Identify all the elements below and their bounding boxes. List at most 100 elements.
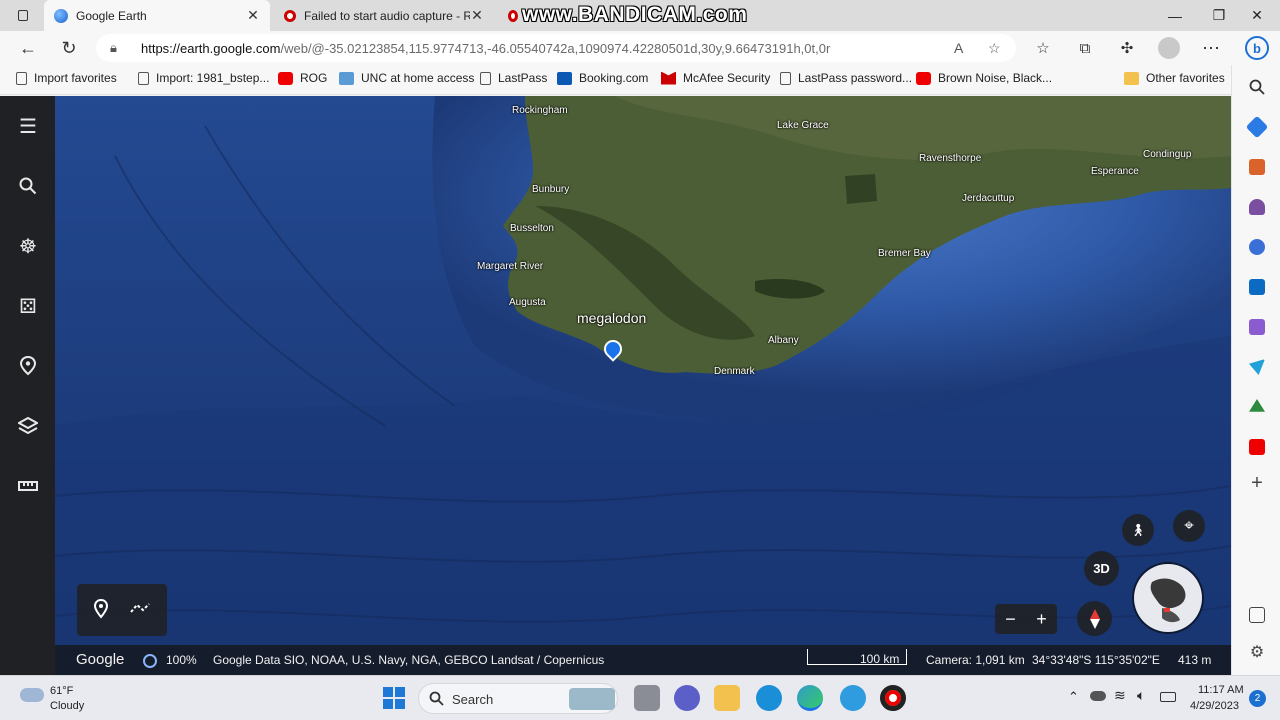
tab-audio-capture[interactable]: Failed to start audio capture - Re ✕ [274,0,494,31]
search-highlight-icon [569,688,615,710]
favorite-item[interactable]: Brown Noise, Black... [916,71,1052,85]
place-label[interactable]: Busselton [510,223,554,234]
task-view-icon[interactable] [634,685,660,711]
outlook-icon[interactable] [1249,279,1265,295]
refresh-button[interactable]: ↻ [54,33,84,63]
games-icon[interactable] [1249,199,1265,215]
compass-button[interactable] [1077,601,1112,636]
place-label[interactable]: Augusta [509,297,546,308]
send-icon[interactable] [1249,359,1265,375]
weather-desc[interactable]: Cloudy [50,700,84,712]
onedrive-icon[interactable] [1090,691,1106,701]
street-view-pegman-icon[interactable]: 🚶︎ [1122,514,1154,546]
designer-icon[interactable] [1249,319,1265,335]
place-label[interactable]: Denmark [714,366,755,377]
tools-icon[interactable] [1249,159,1265,175]
minimize-button[interactable]: — [1152,0,1198,31]
windows-start-icon[interactable] [381,685,407,711]
back-button[interactable]: ← [13,33,43,63]
zoom-in-button[interactable]: + [1036,609,1047,630]
battery-icon[interactable] [1160,692,1176,702]
read-aloud-icon[interactable]: A [954,40,963,56]
profile-avatar[interactable] [1154,33,1184,63]
settings-more-icon[interactable]: ⋯ [1196,33,1226,63]
notification-badge[interactable]: 2 [1249,690,1266,707]
favorite-item[interactable]: LastPass password... [780,71,912,85]
place-label[interactable]: Rockingham [512,105,568,116]
close-tab-icon[interactable]: ✕ [246,7,260,24]
compass-needle-icon [1089,608,1100,629]
projects-icon[interactable] [14,352,42,380]
3d-toggle-button[interactable]: 3D [1084,551,1119,586]
placemark-label[interactable]: megalodon [577,310,646,326]
add-sidebar-app-icon[interactable]: + [1249,473,1265,493]
favorite-item[interactable]: LastPass [480,71,547,85]
globe-minimap[interactable] [1132,562,1204,634]
help-icon[interactable] [840,685,866,711]
sidebar-settings-icon[interactable]: ⚙ [1249,645,1265,661]
tab-google-earth[interactable]: Google Earth ✕ [44,0,270,31]
import-icon [16,71,27,85]
place-label[interactable]: Margaret River [477,261,543,272]
tab-actions-button[interactable] [8,0,38,31]
favorite-item[interactable]: Import favorites [16,71,117,85]
map-style-icon[interactable] [14,412,42,440]
place-label[interactable]: Bunbury [532,184,569,195]
taskbar-search[interactable]: Search [418,683,618,714]
menu-icon[interactable]: ☰ [14,112,42,140]
bandicam-recording-icon[interactable] [880,685,906,711]
draw-path-icon[interactable] [129,602,151,617]
show-hidden-icons[interactable]: ⌃ [1068,689,1079,705]
shopping-icon[interactable] [1245,115,1269,139]
cloudy-weather-icon[interactable] [20,688,44,702]
teams-chat-icon[interactable] [674,685,700,711]
close-window-button[interactable]: ✕ [1234,0,1280,31]
youtube-icon[interactable] [1249,439,1265,455]
favorites-icon[interactable]: ☆ [1028,33,1058,63]
favorite-item[interactable]: ROG [278,71,327,85]
place-label[interactable]: Bremer Bay [878,248,931,259]
edge-browser-icon[interactable] [797,685,823,711]
add-favorite-icon[interactable]: ☆ [988,40,1001,57]
favorite-item[interactable]: Booking.com [557,71,648,85]
my-location-icon[interactable]: ⌖ [1173,510,1205,542]
measure-icon[interactable] [14,472,42,500]
url-host: https://earth.google.com [141,41,281,56]
favorite-item[interactable]: Import: 1981_bstep... [138,71,269,85]
favorite-label: McAfee Security [683,71,771,85]
favorite-item[interactable]: McAfee Security [661,71,770,85]
place-label[interactable]: Condingup [1143,149,1191,160]
bing-copilot-icon[interactable]: b [1242,33,1272,63]
tree-icon[interactable] [1249,399,1265,412]
data-attribution[interactable]: Google Data SIO, NOAA, U.S. Navy, NGA, G… [213,653,604,667]
close-tab-icon[interactable]: ✕ [470,7,484,24]
extensions-icon[interactable]: ✣ [1112,33,1142,63]
place-label[interactable]: Esperance [1091,166,1139,177]
place-label[interactable]: Lake Grace [777,120,829,131]
microsoft-365-icon[interactable] [1249,239,1265,255]
collections-icon[interactable]: ⧉ [1070,33,1100,63]
hide-sidebar-icon[interactable] [1249,607,1265,623]
other-favorites[interactable]: Other favorites [1124,71,1225,85]
search-icon[interactable] [1249,79,1265,95]
favorite-item[interactable]: UNC at home access [339,71,474,85]
place-label[interactable]: Ravensthorpe [919,153,981,164]
favorite-label: Brown Noise, Black... [938,71,1053,85]
app-icon[interactable] [756,685,782,711]
zoom-out-button[interactable]: − [1005,609,1016,630]
place-label[interactable]: Jerdacuttup [962,193,1014,204]
clock-date[interactable]: 4/29/2023 [1190,700,1239,712]
file-explorer-icon[interactable] [714,685,740,711]
feeling-lucky-icon[interactable]: ⚄ [14,292,42,320]
wifi-icon[interactable]: ≋ [1114,687,1126,704]
earth-map-view[interactable]: Rockingham Lake Grace Ravensthorpe Condi… [55,96,1231,675]
volume-icon[interactable]: 🔈︎ [1137,687,1145,704]
voyager-icon[interactable]: ☸ [14,232,42,260]
search-icon[interactable] [14,172,42,200]
place-label[interactable]: Albany [768,335,799,346]
clock-time[interactable]: 11:17 AM [1198,684,1244,696]
weather-temp[interactable]: 61°F [50,685,73,697]
address-bar[interactable]: 🔒︎ https://earth.google.com/web/@-35.021… [96,34,1016,62]
add-placemark-icon[interactable] [93,598,109,622]
url-path: /web/@-35.02123854,115.9774713,-46.05540… [280,41,831,56]
